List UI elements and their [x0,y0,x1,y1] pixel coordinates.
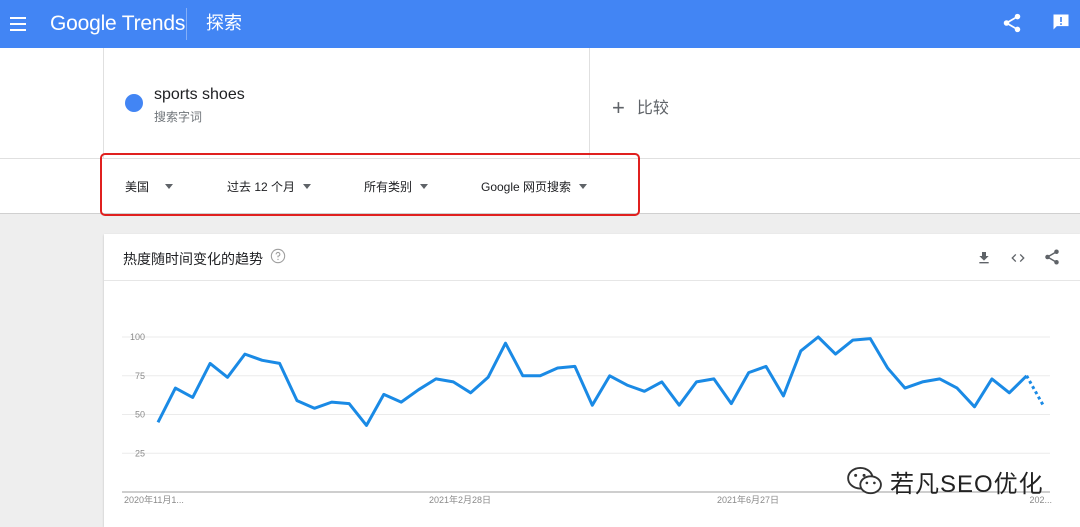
partial-data-segment [1025,375,1046,408]
x-tick-label: 2021年6月27日 [717,494,779,505]
x-tick-label: 2021年2月28日 [429,494,491,505]
y-tick-label: 25 [135,448,145,458]
watermark: 若凡SEO优化 [842,460,1052,500]
y-tick-label: 100 [130,332,145,342]
watermark-text: 若凡SEO优化 [890,471,1044,498]
x-tick-label: 2020年11月1... [124,494,184,505]
y-tick-label: 75 [135,371,145,381]
series-line [156,335,1028,427]
wechat-icon [847,466,882,495]
y-tick-label: 50 [135,410,145,420]
trend-line-chart: 25 50 75 100 2020年11月1... 2021年2月28日 2021年6月2… [122,332,1052,505]
